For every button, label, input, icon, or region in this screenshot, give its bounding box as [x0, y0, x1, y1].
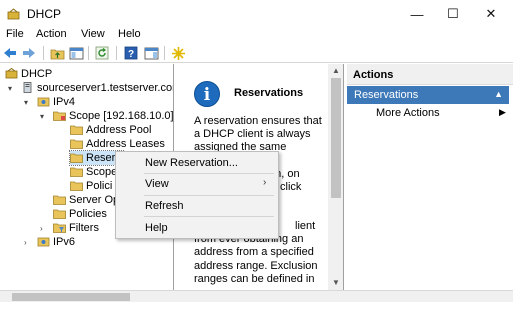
- menu-view[interactable]: View: [81, 28, 105, 40]
- more-actions-item[interactable]: More Actions: [376, 107, 440, 119]
- menu-bar: File Action View Helo: [0, 27, 513, 43]
- folder-icon: [70, 152, 83, 163]
- expand-chevron-icon[interactable]: ›: [24, 238, 27, 247]
- minimize-button[interactable]: —: [404, 4, 430, 24]
- menu-new-reservation[interactable]: New Reservation...: [145, 157, 238, 169]
- description-line-5: from ever obtaining an address from a sp…: [194, 233, 318, 285]
- window-title: DHCP: [27, 7, 62, 21]
- submenu-arrow-icon: ▶: [499, 107, 506, 117]
- info-icon: i: [194, 81, 220, 107]
- tree-item-policies[interactable]: Policies: [53, 207, 107, 221]
- actions-header: Actions: [347, 64, 513, 85]
- scrollbar-thumb[interactable]: [331, 78, 341, 198]
- dhcp-app-icon: [7, 8, 20, 20]
- back-arrow-icon[interactable]: [2, 45, 18, 61]
- ipv6-icon: [37, 236, 50, 247]
- tree-label-dhcp: DHCP: [21, 68, 53, 80]
- folder-icon: [53, 194, 66, 205]
- menu-view-item[interactable]: View: [145, 178, 169, 190]
- tree-item-filters[interactable]: Filters: [53, 221, 99, 235]
- tree-label-policies: Policies: [69, 208, 107, 220]
- scope-folder-icon: [53, 110, 66, 121]
- console-tree-icon[interactable]: [68, 45, 84, 61]
- collapse-chevron-icon[interactable]: ▾: [24, 98, 28, 107]
- tree-label-address-pool: Address Pool: [86, 124, 152, 136]
- forward-arrow-icon[interactable]: [21, 45, 37, 61]
- scrollbar-thumb[interactable]: [12, 293, 130, 301]
- scroll-up-arrow-icon[interactable]: ▲: [332, 66, 340, 75]
- tree-item-scope-policies[interactable]: Polici: [70, 179, 112, 193]
- menu-separator: [144, 173, 274, 174]
- tree-item-ipv4[interactable]: IPv4: [37, 95, 75, 109]
- tree-item-server-options[interactable]: Server Op: [53, 193, 119, 207]
- tree-item-dhcp[interactable]: DHCP: [5, 67, 52, 81]
- menu-help-item[interactable]: Help: [145, 222, 168, 234]
- show-action-pane-icon[interactable]: [143, 45, 159, 61]
- close-button[interactable]: ✕: [478, 4, 504, 24]
- folder-icon: [53, 208, 66, 219]
- menu-help[interactable]: Helo: [118, 28, 141, 40]
- tree-label-server: sourceserver1.testserver.com: [37, 82, 174, 94]
- tree-label-scope-options: Scope: [86, 166, 118, 178]
- description-line-1: A reservation ensures that a DHCP client…: [194, 115, 322, 154]
- folder-up-icon[interactable]: [49, 45, 65, 61]
- submenu-chevron-icon: ›: [263, 177, 267, 188]
- description-title: Reservations: [234, 87, 304, 99]
- expand-chevron-icon[interactable]: ›: [40, 224, 43, 233]
- menu-file[interactable]: File: [6, 28, 24, 40]
- title-bar: DHCP — ☐ ✕: [0, 0, 513, 28]
- refresh-icon[interactable]: [94, 45, 110, 61]
- description-vertical-scrollbar[interactable]: ▲ ▼: [328, 64, 343, 290]
- tree-label-ipv4: IPv4: [53, 96, 76, 108]
- tree-item-server[interactable]: sourceserver1.testserver.com: [21, 81, 174, 95]
- actions-section-label: Reservations: [354, 89, 419, 101]
- tree-label-address-leases: Address Leases: [86, 138, 165, 150]
- folder-icon: [70, 166, 83, 177]
- toolbar: ?: [0, 43, 513, 63]
- menu-separator: [144, 195, 274, 196]
- collapse-chevron-icon[interactable]: ▾: [8, 84, 12, 93]
- scroll-down-arrow-icon[interactable]: ▼: [332, 278, 340, 287]
- collapse-triangle-icon[interactable]: ▲: [494, 89, 503, 99]
- tree-label-filters: Filters: [69, 222, 99, 234]
- tree-item-scope-options[interactable]: Scope: [70, 165, 117, 179]
- tree-label-ipv6: IPv6: [53, 236, 76, 248]
- svg-text:?: ?: [128, 49, 134, 60]
- actions-section-reservations[interactable]: Reservations ▲: [347, 86, 509, 104]
- new-star-icon[interactable]: [170, 45, 186, 61]
- folder-icon: [70, 180, 83, 191]
- ipv4-icon: [37, 96, 50, 107]
- tree-item-ipv6[interactable]: IPv6: [37, 235, 75, 249]
- folder-icon: [70, 124, 83, 135]
- tree-item-address-leases[interactable]: Address Leases: [70, 137, 165, 151]
- filter-icon: [53, 222, 66, 233]
- maximize-button[interactable]: ☐: [440, 4, 466, 24]
- tree-horizontal-scrollbar[interactable]: [0, 290, 513, 302]
- tree-label-scope-policies: Polici: [86, 180, 113, 192]
- folder-icon: [70, 138, 83, 149]
- help-icon[interactable]: ?: [123, 45, 139, 61]
- tree-item-scope[interactable]: Scope [192.168.10.0] T: [53, 109, 174, 123]
- collapse-chevron-icon[interactable]: ▾: [40, 112, 44, 121]
- menu-refresh[interactable]: Refresh: [145, 200, 184, 212]
- tree-label-scope: Scope [192.168.10.0] T: [69, 110, 174, 122]
- actions-pane: Actions Reservations ▲ More Actions ▶: [347, 64, 513, 290]
- tree-label-server-options: Server Op: [69, 194, 120, 206]
- menu-action[interactable]: Action: [36, 28, 67, 40]
- menu-separator: [144, 216, 274, 217]
- dhcp-root-icon: [5, 67, 18, 79]
- server-icon: [21, 82, 34, 93]
- tree-item-address-pool[interactable]: Address Pool: [70, 123, 151, 137]
- context-menu: New Reservation... View › Refresh Help: [115, 151, 279, 239]
